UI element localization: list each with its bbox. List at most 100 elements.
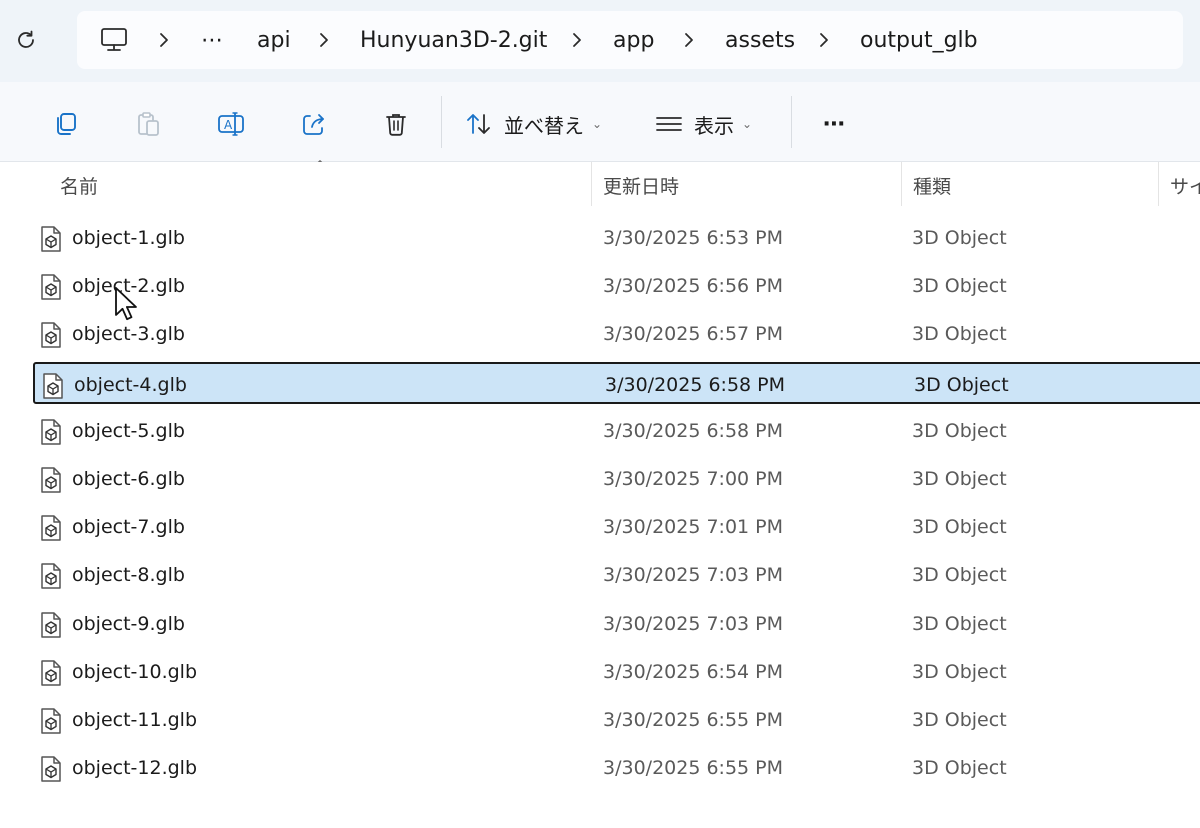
file-row[interactable]: object-10.glb 3/30/2025 6:54 PM 3D Object	[33, 651, 1200, 693]
file-row[interactable]: object-4.glb 3/30/2025 6:58 PM 3D Object	[33, 362, 1200, 404]
glb-file-icon	[41, 563, 61, 589]
glb-file-icon	[41, 756, 61, 782]
column-modified[interactable]: 更新日時	[603, 162, 893, 208]
list-view-icon	[656, 117, 682, 131]
file-type: 3D Object	[912, 661, 1007, 683]
file-row[interactable]: object-2.glb 3/30/2025 6:56 PM 3D Object	[33, 265, 1200, 307]
file-name: object-4.glb	[74, 374, 187, 396]
file-modified: 3/30/2025 7:01 PM	[603, 516, 784, 538]
column-type[interactable]: 種類	[913, 162, 1153, 208]
glb-file-icon	[41, 708, 61, 734]
glb-file-icon	[43, 373, 63, 399]
breadcrumb-overflow[interactable]: ⋯	[201, 11, 223, 69]
file-name: object-8.glb	[72, 564, 185, 586]
breadcrumb-item-assets[interactable]: assets	[725, 11, 795, 69]
file-name: object-1.glb	[72, 227, 185, 249]
file-type: 3D Object	[912, 564, 1007, 586]
address-bar: ⋯ api Hunyuan3D-2.git app assets output_…	[0, 0, 1200, 82]
file-modified: 3/30/2025 6:56 PM	[603, 275, 784, 297]
file-modified: 3/30/2025 6:58 PM	[603, 420, 784, 442]
file-name: object-5.glb	[72, 420, 185, 442]
file-modified: 3/30/2025 6:57 PM	[603, 323, 784, 345]
sort-label: 並べ替え	[504, 113, 584, 138]
sort-button[interactable]: 並べ替え ⌄	[464, 102, 614, 146]
copy-icon	[57, 113, 76, 135]
file-row[interactable]: object-5.glb 3/30/2025 6:58 PM 3D Object	[33, 410, 1200, 452]
trash-icon	[386, 114, 406, 136]
file-type: 3D Object	[912, 516, 1007, 538]
sort-icon	[467, 114, 490, 134]
view-button[interactable]: 表示 ⌄	[654, 102, 774, 146]
file-row[interactable]: object-7.glb 3/30/2025 7:01 PM 3D Object	[33, 506, 1200, 548]
view-label: 表示	[694, 113, 734, 138]
toolbar-divider	[441, 96, 442, 148]
file-type: 3D Object	[912, 757, 1007, 779]
glb-file-icon	[41, 612, 61, 638]
file-modified: 3/30/2025 7:00 PM	[603, 468, 784, 490]
file-modified: 3/30/2025 7:03 PM	[603, 564, 784, 586]
file-type: 3D Object	[912, 227, 1007, 249]
file-type: 3D Object	[912, 420, 1007, 442]
breadcrumb-item-api[interactable]: api	[257, 11, 291, 69]
chevron-down-icon: ⌄	[742, 117, 753, 131]
breadcrumb[interactable]: ⋯ api Hunyuan3D-2.git app assets output_…	[77, 11, 1183, 69]
file-row[interactable]: object-8.glb 3/30/2025 7:03 PM 3D Object	[33, 554, 1200, 596]
paste-button[interactable]	[126, 102, 170, 146]
glb-file-icon	[41, 322, 61, 348]
breadcrumb-item-output-glb[interactable]: output_glb	[860, 11, 978, 69]
column-size[interactable]: サイ	[1170, 162, 1200, 208]
glb-file-icon	[41, 467, 61, 493]
chevron-right-icon[interactable]	[817, 11, 831, 69]
file-row[interactable]: object-9.glb 3/30/2025 7:03 PM 3D Object	[33, 603, 1200, 645]
file-name: object-9.glb	[72, 613, 185, 635]
delete-button[interactable]	[374, 102, 418, 146]
file-modified: 3/30/2025 6:55 PM	[603, 757, 784, 779]
chevron-right-icon[interactable]	[570, 11, 584, 69]
column-divider[interactable]	[901, 162, 902, 206]
this-pc-crumb[interactable]	[99, 11, 129, 69]
column-divider[interactable]	[591, 162, 592, 206]
glb-file-icon	[41, 226, 61, 252]
svg-text:A: A	[224, 118, 233, 132]
file-modified: 3/30/2025 6:53 PM	[603, 227, 784, 249]
file-modified: 3/30/2025 6:58 PM	[605, 374, 786, 396]
column-header: 名前 更新日時 種類 サイ	[0, 162, 1200, 210]
file-type: 3D Object	[912, 323, 1007, 345]
file-row[interactable]: object-6.glb 3/30/2025 7:00 PM 3D Object	[33, 458, 1200, 500]
file-type: 3D Object	[912, 275, 1007, 297]
column-divider[interactable]	[1158, 162, 1159, 206]
file-modified: 3/30/2025 6:55 PM	[603, 709, 784, 731]
file-modified: 3/30/2025 6:54 PM	[603, 661, 784, 683]
glb-file-icon	[41, 274, 61, 300]
file-type: 3D Object	[912, 613, 1007, 635]
mouse-cursor-icon	[115, 287, 137, 321]
file-name: object-11.glb	[72, 709, 198, 731]
more-options-button[interactable]: ⋯	[812, 102, 856, 146]
share-button[interactable]	[292, 102, 336, 146]
chevron-right-icon[interactable]	[317, 11, 331, 69]
file-row[interactable]: object-11.glb 3/30/2025 6:55 PM 3D Object	[33, 699, 1200, 741]
rename-button[interactable]: A	[209, 102, 253, 146]
glb-file-icon	[41, 660, 61, 686]
file-name: object-10.glb	[72, 661, 198, 683]
chevron-right-icon[interactable]	[682, 11, 696, 69]
file-row[interactable]: object-12.glb 3/30/2025 6:55 PM 3D Object	[33, 747, 1200, 789]
file-type: 3D Object	[912, 709, 1007, 731]
file-type: 3D Object	[912, 468, 1007, 490]
file-name: object-6.glb	[72, 468, 185, 490]
file-row[interactable]: object-1.glb 3/30/2025 6:53 PM 3D Object	[33, 217, 1200, 259]
computer-icon	[101, 28, 127, 51]
chevron-right-icon[interactable]	[157, 11, 171, 69]
refresh-icon	[18, 30, 34, 48]
refresh-button[interactable]	[10, 24, 42, 56]
file-row[interactable]: object-3.glb 3/30/2025 6:57 PM 3D Object	[33, 313, 1200, 355]
file-type: 3D Object	[914, 374, 1009, 396]
chevron-down-icon: ⌄	[592, 117, 603, 131]
breadcrumb-item-hunyuan[interactable]: Hunyuan3D-2.git	[360, 11, 547, 69]
file-modified: 3/30/2025 7:03 PM	[603, 613, 784, 635]
column-name[interactable]: 名前	[60, 162, 580, 208]
copy-button[interactable]	[44, 102, 88, 146]
breadcrumb-item-app[interactable]: app	[613, 11, 654, 69]
glb-file-icon	[41, 515, 61, 541]
command-bar: A 並べ替え ⌄ 表示 ⌄ ⋯	[0, 82, 1200, 162]
